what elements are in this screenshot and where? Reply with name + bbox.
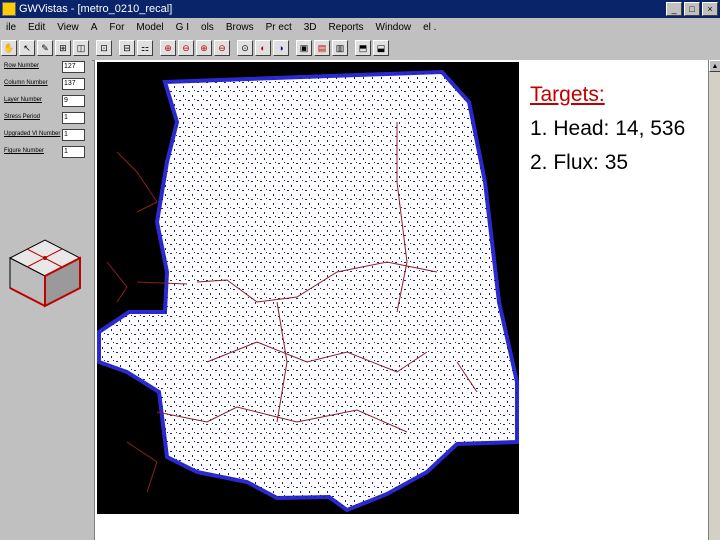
- menu-project[interactable]: Pr ect: [266, 22, 292, 33]
- zoom-in-icon[interactable]: ⊕: [160, 40, 176, 56]
- title-bar: GWVistas - [metro_0210_recal] _ □ ×: [0, 0, 720, 18]
- head-icon[interactable]: ◑: [273, 40, 289, 56]
- zoom-out-icon[interactable]: ⊖: [178, 40, 194, 56]
- zoom-out-area-icon[interactable]: ⊖: [214, 40, 230, 56]
- map-icon[interactable]: ▣: [296, 40, 312, 56]
- hand-tool-icon[interactable]: ✋: [1, 40, 17, 56]
- cross-section-icon[interactable]: ▤: [314, 40, 330, 56]
- window-title: GWVistas - [metro_0210_recal]: [19, 3, 173, 15]
- menu-bar: ile Edit View A For Model G I ols Brows …: [0, 18, 720, 36]
- targets-heading: Targets:: [530, 83, 605, 106]
- aquifer-map[interactable]: [97, 62, 519, 514]
- menu-gis[interactable]: G I: [176, 22, 189, 33]
- row-number-label: Row Number: [4, 63, 40, 69]
- menu-a[interactable]: A: [91, 22, 98, 33]
- targets-panel: Targets: 1. Head: 14, 536 2. Flux: 35: [530, 78, 710, 180]
- cell-tool-icon[interactable]: ◫: [73, 40, 89, 56]
- row-number-field[interactable]: 127: [62, 61, 85, 73]
- column-number-label: Column Number: [4, 80, 48, 86]
- close-button[interactable]: ×: [702, 2, 718, 16]
- zoom-in-area-icon[interactable]: ⊕: [196, 40, 212, 56]
- layer-number-field[interactable]: 9: [62, 95, 85, 107]
- menu-tools[interactable]: ols: [201, 22, 214, 33]
- menu-3d[interactable]: 3D: [304, 22, 317, 33]
- toolbar: ✋ ↖ ✎ ⊞ ◫ ⊡ ⊟ ⚏ ⊕ ⊖ ⊕ ⊖ ⊙ ◐ ◑ ▣ ▤ ▥ ⬒ ⬓: [0, 36, 720, 61]
- contour-icon[interactable]: ◐: [255, 40, 271, 56]
- menu-edit[interactable]: Edit: [28, 22, 45, 33]
- scroll-up-icon[interactable]: ▲: [709, 60, 720, 72]
- properties-icon[interactable]: ⚏: [137, 40, 153, 56]
- layer-icon[interactable]: ⊟: [119, 40, 135, 56]
- menu-file[interactable]: ile: [6, 22, 16, 33]
- left-panel: Row Number 127 Column Number 137 Layer N…: [0, 60, 92, 540]
- upgraded-number-label: Upgraded Vl Number: [4, 131, 61, 137]
- select-tool-icon[interactable]: ↖: [19, 40, 35, 56]
- column-number-field[interactable]: 137: [62, 78, 85, 90]
- targets-item-flux: 2. Flux: 35: [530, 151, 629, 174]
- maximize-button[interactable]: □: [684, 2, 700, 16]
- upgraded-number-field[interactable]: 1: [62, 129, 85, 141]
- menu-window[interactable]: Window: [376, 22, 412, 33]
- menu-browse[interactable]: Brows: [226, 22, 254, 33]
- stress-period-label: Stress Period: [4, 114, 41, 120]
- figure-number-field[interactable]: 1: [62, 146, 85, 158]
- app-icon: [2, 2, 16, 16]
- minimize-button[interactable]: _: [666, 2, 682, 16]
- map-background: [97, 62, 519, 514]
- head-targets: [99, 72, 517, 510]
- stress-period-field[interactable]: 1: [62, 112, 85, 124]
- grid-cube-icon: [8, 239, 82, 308]
- targets-item-head: 1. Head: 14, 536: [530, 117, 686, 140]
- help-pointer-icon[interactable]: ⬓: [373, 40, 389, 56]
- grid-tool-icon[interactable]: ⊞: [55, 40, 71, 56]
- figure-number-label: Figure Number: [4, 148, 45, 154]
- draw-tool-icon[interactable]: ✎: [37, 40, 53, 56]
- row-view-icon[interactable]: ▥: [332, 40, 348, 56]
- menu-view[interactable]: View: [57, 22, 79, 33]
- menu-model[interactable]: Model: [136, 22, 163, 33]
- target-icon[interactable]: ⊙: [237, 40, 253, 56]
- menu-help[interactable]: el .: [423, 22, 436, 33]
- layer-number-label: Layer Number: [4, 97, 43, 103]
- pointer-icon[interactable]: ⬒: [355, 40, 371, 56]
- view-icon[interactable]: ⊡: [96, 40, 112, 56]
- menu-format[interactable]: For: [109, 22, 124, 33]
- menu-reports[interactable]: Reports: [329, 22, 364, 33]
